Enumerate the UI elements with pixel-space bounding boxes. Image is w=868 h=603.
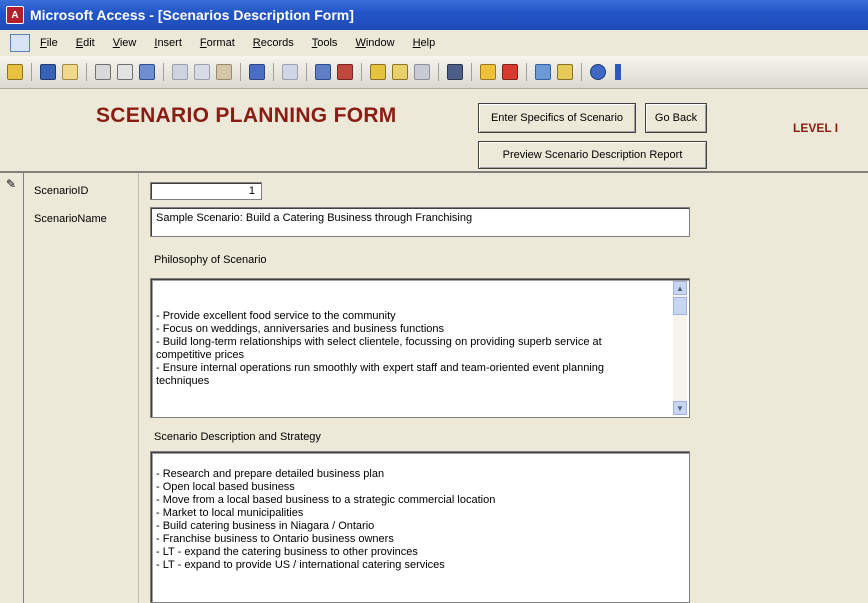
help-icon[interactable]: [590, 64, 606, 80]
strategy-label: Scenario Description and Strategy: [154, 431, 321, 443]
print-preview-icon[interactable]: [117, 64, 133, 80]
database-window-icon[interactable]: [535, 64, 551, 80]
find-icon[interactable]: [447, 64, 463, 80]
spelling-icon[interactable]: [139, 64, 155, 80]
sort-ascending-icon[interactable]: [315, 64, 331, 80]
philosophy-scrollbar[interactable]: ▲ ▼: [673, 281, 687, 415]
title-bar: A Microsoft Access - [Scenarios Descript…: [0, 0, 868, 30]
menu-records[interactable]: Records: [253, 37, 294, 49]
apply-filter-icon[interactable]: [414, 64, 430, 80]
toolbar-separator: [273, 63, 274, 81]
toolbar-separator: [86, 63, 87, 81]
undo-icon[interactable]: [249, 64, 265, 80]
filter-by-selection-icon[interactable]: [370, 64, 386, 80]
menu-view[interactable]: View: [113, 37, 137, 49]
paste-icon[interactable]: [216, 64, 232, 80]
label-column: [24, 173, 139, 603]
form-title: SCENARIO PLANNING FORM: [96, 104, 397, 127]
toolbar-separator: [163, 63, 164, 81]
preview-report-button[interactable]: Preview Scenario Description Report: [478, 141, 707, 169]
menu-format[interactable]: Format: [200, 37, 235, 49]
enter-specifics-button[interactable]: Enter Specifics of Scenario: [478, 103, 636, 133]
form-view-toolbar: [0, 56, 868, 89]
menu-insert[interactable]: Insert: [154, 37, 182, 49]
toolbar-separator: [306, 63, 307, 81]
scroll-up-icon[interactable]: ▲: [673, 281, 687, 295]
strategy-text: - Research and prepare detailed business…: [156, 468, 496, 571]
sort-descending-icon[interactable]: [337, 64, 353, 80]
strategy-field[interactable]: - Research and prepare detailed business…: [150, 451, 690, 603]
menu-window[interactable]: Window: [355, 37, 394, 49]
toolbar-options-icon[interactable]: [615, 64, 621, 80]
scenario-id-label: ScenarioID: [34, 185, 89, 197]
toolbar-separator: [471, 63, 472, 81]
save-icon[interactable]: [40, 64, 56, 80]
level-label: LEVEL I: [793, 121, 839, 135]
form-detail: ✎ ScenarioID 1 ScenarioName Sample Scena…: [0, 173, 868, 603]
scenario-id-field[interactable]: 1: [150, 182, 262, 200]
toolbar-separator: [361, 63, 362, 81]
scroll-thumb[interactable]: [673, 297, 687, 315]
record-selector[interactable]: ✎: [0, 173, 24, 603]
view-icon[interactable]: [7, 64, 23, 80]
cut-icon[interactable]: [172, 64, 188, 80]
form-document-icon[interactable]: [10, 34, 30, 52]
new-record-icon[interactable]: [480, 64, 496, 80]
print-icon[interactable]: [95, 64, 111, 80]
pencil-edit-icon: ✎: [6, 177, 17, 191]
toolbar-separator: [31, 63, 32, 81]
philosophy-label: Philosophy of Scenario: [154, 254, 267, 266]
filter-by-form-icon[interactable]: [392, 64, 408, 80]
philosophy-field[interactable]: - Provide excellent food service to the …: [150, 278, 690, 418]
delete-record-icon[interactable]: [502, 64, 518, 80]
scroll-down-icon[interactable]: ▼: [673, 401, 687, 415]
copy-icon[interactable]: [194, 64, 210, 80]
menu-tools[interactable]: Tools: [312, 37, 338, 49]
form-header: SCENARIO PLANNING FORM Enter Specifics o…: [0, 89, 868, 173]
menu-edit[interactable]: Edit: [76, 37, 95, 49]
menu-bar: File Edit View Insert Format Records Too…: [0, 30, 868, 57]
toolbar-separator: [240, 63, 241, 81]
menu-file[interactable]: File: [40, 37, 58, 49]
menu-help[interactable]: Help: [413, 37, 436, 49]
go-back-button[interactable]: Go Back: [645, 103, 707, 133]
scenario-name-label: ScenarioName: [34, 213, 107, 225]
toolbar-separator: [438, 63, 439, 81]
window-title: Microsoft Access - [Scenarios Descriptio…: [30, 7, 354, 23]
hyperlink-icon[interactable]: [282, 64, 298, 80]
philosophy-text: - Provide excellent food service to the …: [156, 310, 604, 387]
toolbar-separator: [526, 63, 527, 81]
access-app-icon[interactable]: A: [6, 6, 24, 24]
scenario-name-field[interactable]: Sample Scenario: Build a Catering Busine…: [150, 207, 690, 237]
file-search-icon[interactable]: [62, 64, 78, 80]
new-object-icon[interactable]: [557, 64, 573, 80]
toolbar-separator: [581, 63, 582, 81]
